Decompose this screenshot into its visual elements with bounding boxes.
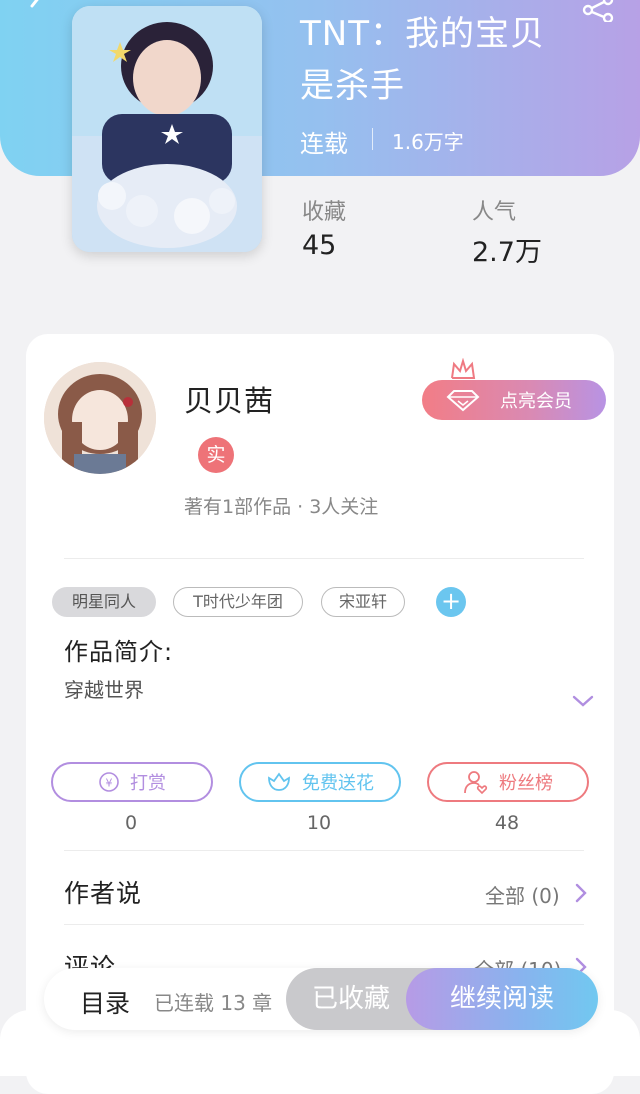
back-arrow-icon[interactable] — [22, 0, 50, 22]
send-flower-button[interactable]: 免费送花 — [239, 762, 401, 802]
tip-label: 打赏 — [130, 773, 166, 794]
serial-status: 连载 — [300, 130, 348, 158]
vip-member-button[interactable]: 点亮会员 — [422, 380, 606, 420]
fan-ranking-label: 粉丝榜 — [499, 773, 553, 794]
author-avatar[interactable] — [44, 362, 156, 474]
book-title-line-1: TNT：我的宝贝 — [300, 14, 545, 54]
flower-icon — [268, 772, 290, 791]
tip-button[interactable]: ¥ 打赏 — [51, 762, 213, 802]
add-tag-button[interactable]: + — [436, 587, 466, 617]
card-divider-3 — [64, 924, 584, 925]
book-title: TNT：我的宝贝 是杀手 — [300, 8, 620, 112]
fan-count: 48 — [494, 812, 520, 834]
card-divider-2 — [64, 850, 584, 851]
book-cover-image[interactable] — [72, 6, 262, 252]
vip-button-label: 点亮会员 — [500, 391, 572, 412]
status-divider — [372, 128, 373, 150]
flower-count: 10 — [306, 812, 332, 834]
word-count: 1.6万字 — [392, 130, 464, 154]
send-flower-label: 免费送花 — [302, 773, 374, 794]
fan-ranking-button[interactable]: 粉丝榜 — [427, 762, 589, 802]
book-title-line-2: 是杀手 — [300, 66, 405, 106]
author-says-link[interactable]: 全部 (0) — [485, 880, 560, 909]
author-meta: 著有1部作品 · 3人关注 — [184, 496, 379, 518]
author-says-title[interactable]: 作者说 — [64, 874, 142, 910]
favorites-value: 45 — [302, 230, 337, 261]
continue-reading-button[interactable]: 继续阅读 — [406, 968, 598, 1030]
user-heart-icon — [464, 771, 488, 795]
card-divider-1 — [64, 558, 584, 559]
yuan-coin-icon: ¥ — [99, 772, 119, 792]
crown-icon — [451, 358, 476, 379]
tip-count: 0 — [124, 812, 138, 834]
tag-item[interactable]: 宋亚轩 — [321, 587, 405, 617]
chevron-right-icon[interactable] — [574, 882, 588, 904]
diamond-icon — [446, 390, 480, 412]
svg-text:¥: ¥ — [106, 777, 113, 790]
table-of-contents-button[interactable]: 目录 — [80, 984, 130, 1020]
serialized-chapters: 已连载 13 章 — [154, 991, 273, 1015]
verified-badge: 实 — [198, 437, 234, 473]
tag-item[interactable]: T时代少年团 — [173, 587, 303, 617]
popularity-value: 2.7万 — [472, 237, 542, 268]
intro-title: 作品简介: — [64, 638, 174, 666]
chevron-down-icon[interactable] — [570, 692, 596, 710]
intro-text: 穿越世界 — [64, 678, 144, 702]
favorites-label: 收藏 — [302, 200, 347, 225]
tag-item[interactable]: 明星同人 — [52, 587, 156, 617]
author-name[interactable]: 贝贝茜 — [184, 378, 274, 420]
popularity-label: 人气 — [472, 200, 517, 225]
